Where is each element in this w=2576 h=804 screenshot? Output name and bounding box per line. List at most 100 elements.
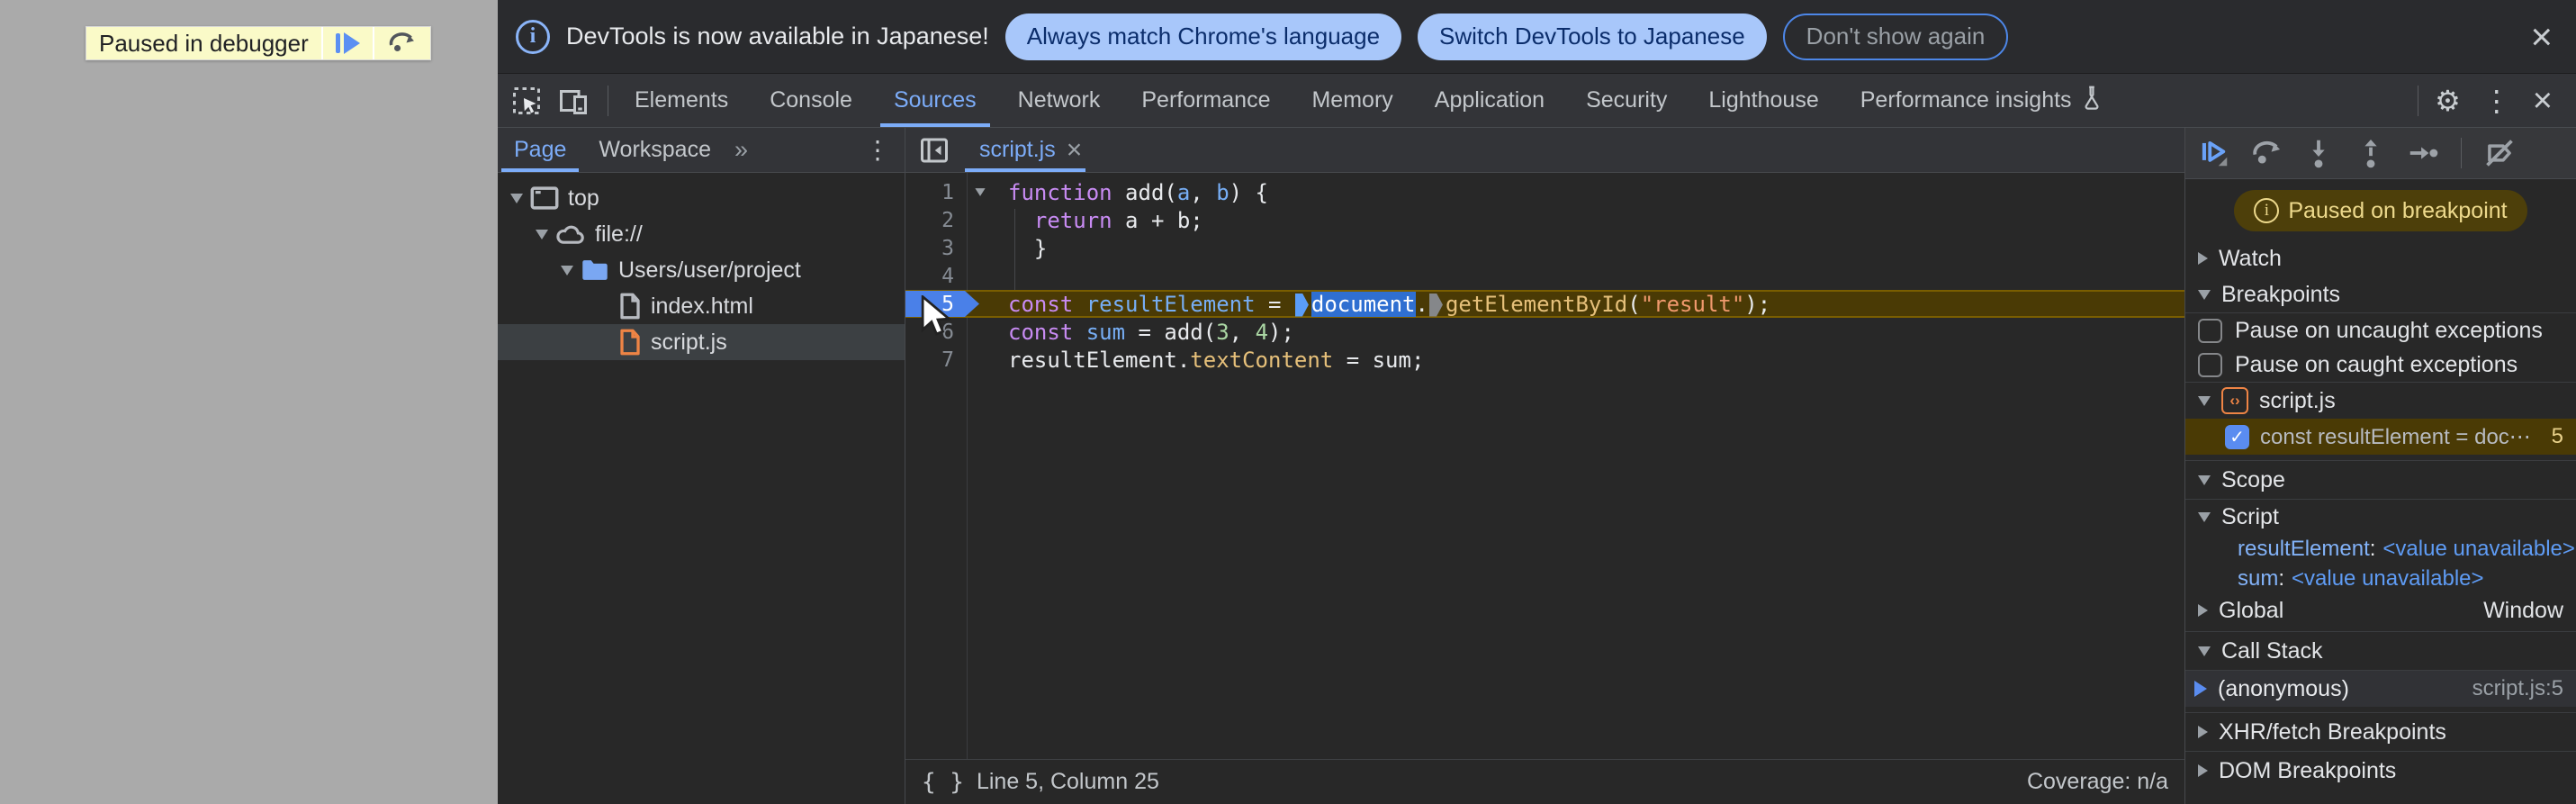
code-line-4[interactable]: 4	[905, 262, 2184, 290]
tree-label-top: top	[568, 185, 599, 211]
scope-global-group[interactable]: Global Window	[2185, 593, 2576, 628]
switch-to-japanese-button[interactable]: Switch DevTools to Japanese	[1418, 13, 1767, 60]
tree-item-file-scheme[interactable]: file://	[498, 216, 905, 252]
inspect-element-icon[interactable]	[507, 81, 546, 121]
tab-memory[interactable]: Memory	[1291, 74, 1413, 127]
more-options-kebab-icon[interactable]: ⋮	[2472, 86, 2522, 115]
step-icon[interactable]	[2403, 133, 2443, 173]
dom-breakpoints-section-header[interactable]: DOM Breakpoints	[2185, 752, 2576, 790]
line-number-gutter[interactable]: 3	[905, 237, 965, 260]
pause-caught-exceptions-row[interactable]: Pause on caught exceptions	[2185, 348, 2576, 382]
pause-uncaught-checkbox[interactable]	[2198, 318, 2222, 343]
call-stack-section-header[interactable]: Call Stack	[2185, 632, 2576, 670]
breakpoints-section-header[interactable]: Breakpoints	[2185, 276, 2576, 312]
expand-caret-icon[interactable]	[510, 193, 523, 203]
navigator-tab-page[interactable]: Page	[498, 128, 582, 172]
tab-console[interactable]: Console	[749, 74, 873, 127]
more-navigator-tabs-icon[interactable]: »	[727, 128, 755, 172]
tab-performance-insights[interactable]: Performance insights	[1840, 74, 2123, 127]
tab-elements[interactable]: Elements	[614, 74, 749, 127]
tab-network[interactable]: Network	[997, 74, 1121, 127]
code-line-2[interactable]: 2 return a + b;	[905, 206, 2184, 234]
pause-caught-checkbox[interactable]	[2198, 352, 2222, 377]
device-toolbar-icon[interactable]	[554, 81, 593, 121]
scope-variable-row[interactable]: sum : <value unavailable>	[2185, 564, 2576, 593]
step-over-banner-button[interactable]	[372, 27, 430, 59]
resume-script-button[interactable]	[320, 27, 373, 59]
code-line-1[interactable]: 1 function add(a, b) {	[905, 178, 2184, 206]
code-token: ,	[1229, 319, 1256, 345]
source-editor: script.js × 1 function add(a, b) {2 retur…	[905, 128, 2184, 804]
expanded-caret-icon	[2198, 395, 2211, 406]
breakpoint-line-number: 5	[2551, 424, 2563, 448]
sources-navigator-sidebar: Page Workspace » ⋮ top file:// Users/use…	[498, 128, 905, 804]
step-into-icon[interactable]	[2299, 133, 2338, 173]
code-token: getElementById	[1445, 291, 1628, 317]
resume-script-icon[interactable]	[2194, 133, 2234, 173]
dont-show-again-button[interactable]: Don't show again	[1782, 13, 2009, 60]
code-line-7[interactable]: 7 resultElement.textContent = sum;	[905, 346, 2184, 374]
code-line-3[interactable]: 3 }	[905, 234, 2184, 262]
expanded-caret-icon	[2198, 511, 2211, 522]
code-line-5[interactable]: 5 const resultElement = document. getEleme…	[905, 290, 2184, 318]
code-token: = sum;	[1333, 347, 1425, 373]
tree-item-script-js[interactable]: script.js	[498, 324, 905, 360]
expand-caret-icon[interactable]	[536, 229, 548, 239]
pause-uncaught-exceptions-row[interactable]: Pause on uncaught exceptions	[2185, 313, 2576, 348]
breakpoint-file-group[interactable]: ‹› script.js	[2185, 383, 2576, 419]
scope-script-group[interactable]: Script	[2185, 500, 2576, 534]
code-line-6[interactable]: 6 const sum = add(3, 4);	[905, 318, 2184, 346]
line-number-gutter[interactable]: 1	[905, 181, 965, 204]
code-area[interactable]: 1 function add(a, b) {2 return a + b; 3 } 4…	[905, 173, 2184, 759]
settings-gear-icon[interactable]: ⚙	[2424, 86, 2472, 115]
tree-item-index-html[interactable]: index.html	[498, 288, 905, 324]
pretty-print-icon[interactable]: { }	[922, 769, 964, 796]
continue-to-here-marker-icon[interactable]	[1294, 293, 1309, 317]
tab-performance[interactable]: Performance	[1121, 74, 1291, 127]
line-number-gutter[interactable]: 7	[905, 348, 965, 372]
editor-status-bar: { } Line 5, Column 25 Coverage: n/a	[905, 759, 2184, 804]
deactivate-breakpoints-icon[interactable]	[2480, 133, 2519, 173]
xhr-breakpoints-section-header[interactable]: XHR/fetch Breakpoints	[2185, 713, 2576, 751]
editor-tab-close-icon[interactable]: ×	[1067, 136, 1083, 164]
scope-variable-row[interactable]: resultElement : <value unavailable>	[2185, 534, 2576, 564]
devtools-close-icon[interactable]: ×	[2522, 84, 2563, 118]
continue-to-here-marker-icon[interactable]	[1428, 293, 1443, 317]
collapsed-caret-icon	[2198, 604, 2208, 617]
scope-section-header[interactable]: Scope	[2185, 461, 2576, 499]
line-number-gutter[interactable]: 4	[905, 265, 965, 288]
frame-location: script.js:5	[2472, 676, 2563, 700]
code-text: resultElement.textContent = sum;	[1001, 348, 1424, 373]
breakpoint-enabled-checkbox[interactable]: ✓	[2225, 424, 2249, 449]
tab-sources[interactable]: Sources	[873, 74, 997, 127]
call-stack-frame-row[interactable]: (anonymous) script.js:5	[2185, 671, 2576, 707]
code-token: = add(	[1125, 319, 1217, 345]
notification-close-icon[interactable]: ×	[2525, 17, 2558, 56]
tab-application[interactable]: Application	[1414, 74, 1565, 127]
code-token: ) {	[1229, 179, 1269, 205]
line-number-gutter[interactable]: 2	[905, 209, 965, 232]
code-token: return	[1033, 207, 1112, 233]
cursor-position-text: Line 5, Column 25	[976, 769, 1159, 794]
code-text: const sum = add(3, 4);	[1001, 320, 1294, 345]
watch-section-header[interactable]: Watch	[2185, 240, 2576, 276]
toggle-navigator-panel-icon[interactable]	[905, 128, 963, 172]
step-out-icon[interactable]	[2351, 133, 2391, 173]
tree-item-top[interactable]: top	[498, 180, 905, 216]
code-token: b	[1216, 179, 1229, 205]
debugger-toolbar-separator	[2461, 138, 2462, 168]
editor-tab-script-js[interactable]: script.js ×	[963, 128, 1098, 172]
breakpoint-entry-row[interactable]: ✓ const resultElement = doc⋯ 5	[2185, 419, 2576, 455]
expand-caret-icon[interactable]	[561, 265, 573, 276]
navigator-kebab-icon[interactable]: ⋮	[851, 128, 905, 172]
navigator-tab-workspace[interactable]: Workspace	[582, 128, 727, 172]
file-icon-script	[618, 329, 642, 356]
always-match-language-button[interactable]: Always match Chrome's language	[1004, 13, 1402, 60]
tab-security[interactable]: Security	[1565, 74, 1688, 127]
step-over-icon[interactable]	[2247, 133, 2286, 173]
tree-item-project-folder[interactable]: Users/user/project	[498, 252, 905, 288]
experiment-flask-icon	[2081, 85, 2103, 116]
tab-lighthouse[interactable]: Lighthouse	[1688, 74, 1839, 127]
code-fold-caret-icon[interactable]	[965, 187, 1001, 197]
